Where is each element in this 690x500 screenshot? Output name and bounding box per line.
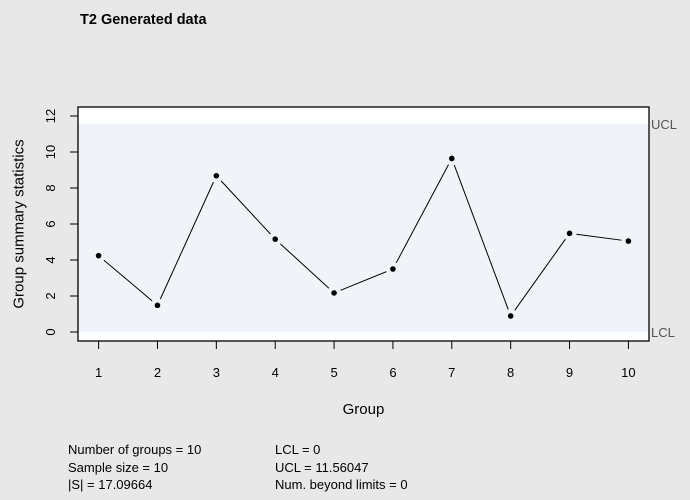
x-tick-label: 3: [213, 365, 220, 380]
data-point: [448, 155, 455, 162]
x-tick-label: 8: [507, 365, 514, 380]
x-tick-label: 7: [448, 365, 455, 380]
chart-title: T2 Generated data: [80, 12, 207, 28]
x-tick-label: 9: [566, 365, 573, 380]
y-tick-label: 12: [43, 109, 58, 123]
data-point: [390, 266, 396, 272]
control-limits-band: [78, 123, 649, 333]
x-axis: 1 2 3 4 5 6 7 8 9 10: [95, 341, 636, 380]
x-tick-label: 5: [330, 365, 337, 380]
data-point: [154, 302, 161, 309]
lcl-label: LCL: [651, 325, 675, 340]
x-tick-label: 6: [389, 365, 396, 380]
chart: T2 Generated data 024681012 1 2 3 4 5 6 7 8 9 10 …: [10, 12, 677, 418]
y-tick-label: 6: [43, 220, 58, 227]
y-tick-label: 10: [43, 145, 58, 159]
data-point: [507, 313, 514, 319]
y-axis-label: Group summary statistics: [10, 139, 27, 308]
ucl-label: UCL: [651, 117, 677, 132]
stat-number-of-groups: Number of groups = 10: [68, 442, 202, 457]
x-axis-label: Group: [343, 401, 385, 418]
x-tick-label: 1: [95, 365, 102, 380]
stats-right: LCL = 0 UCL = 11.56047 Num. beyond limit…: [275, 441, 408, 494]
x-tick-label: 2: [154, 365, 161, 380]
stats-left: Number of groups = 10 Sample size = 10 |…: [68, 441, 201, 494]
stat-lcl: LCL = 0: [275, 442, 321, 457]
stat-beyond-limits: Num. beyond limits = 0: [275, 477, 408, 492]
data-point: [95, 252, 102, 259]
y-axis: 0 2 4 6 8 10 12: [43, 109, 78, 336]
stat-ucl: UCL = 11.56047: [275, 459, 369, 475]
data-point: [213, 172, 220, 179]
y-tick-label: 8: [43, 184, 58, 191]
x-tick-label: 4: [272, 365, 279, 380]
stat-sample-size: Sample size = 10: [68, 459, 169, 475]
data-point: [625, 238, 632, 244]
y-tick-label: 2: [43, 292, 58, 299]
data-point: [566, 230, 573, 237]
x-tick-label: 10: [621, 365, 635, 380]
data-point: [331, 290, 337, 296]
y-tick-label: 0: [43, 328, 58, 335]
y-tick-label: 4: [43, 256, 58, 263]
data-point: [272, 236, 279, 242]
stat-determinant-s: |S| = 17.09664: [68, 477, 153, 492]
